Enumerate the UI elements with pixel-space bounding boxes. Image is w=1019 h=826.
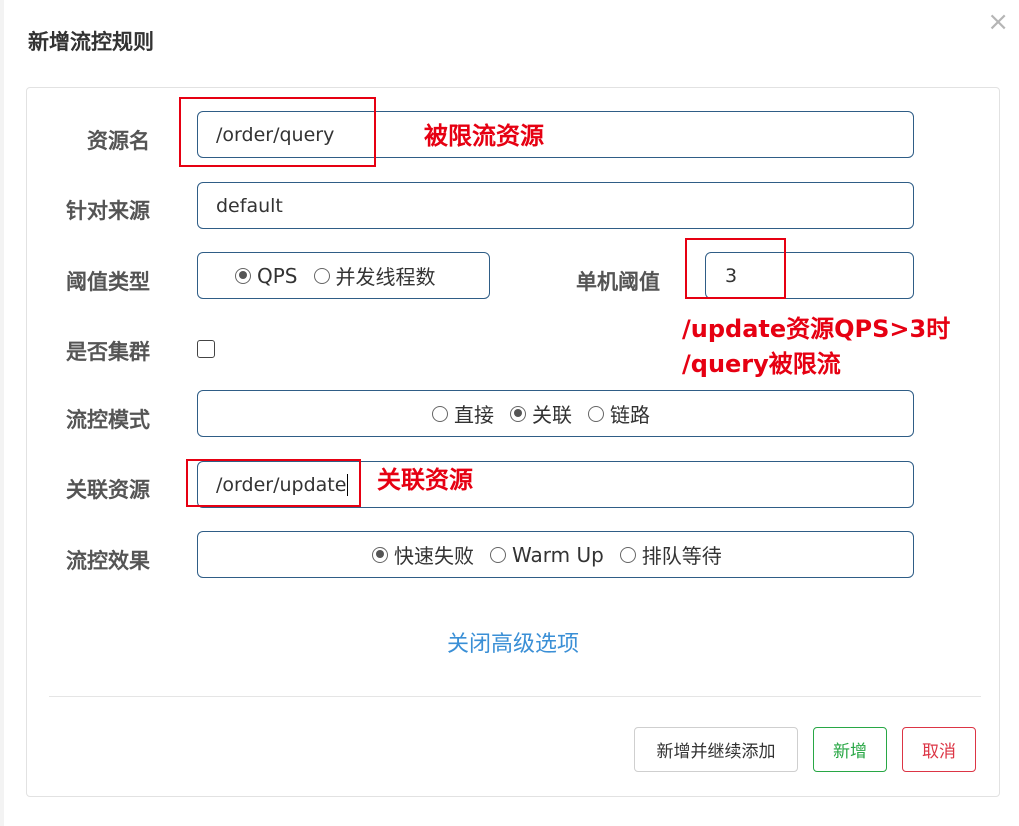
grade-option-qps[interactable]: QPS xyxy=(235,264,298,288)
behavior-option-fast-fail[interactable]: 快速失败 xyxy=(372,540,474,569)
close-icon[interactable]: × xyxy=(987,8,1009,36)
grade-option-thread[interactable]: 并发线程数 xyxy=(313,261,436,290)
highlight-resource xyxy=(179,97,376,167)
add-and-continue-button[interactable]: 新增并继续添加 xyxy=(634,727,798,772)
dialog-title: 新增流控规则 xyxy=(28,30,154,54)
grade-label: 阈值类型 xyxy=(66,270,150,294)
threshold-label: 单机阈值 xyxy=(576,270,660,294)
radio-checked-icon xyxy=(372,546,388,563)
limit-app-value: default xyxy=(216,194,283,217)
radio-unchecked-icon xyxy=(313,267,330,284)
limit-app-label: 针对来源 xyxy=(66,199,150,223)
strategy-label: 流控模式 xyxy=(66,408,150,432)
annotation-ref-resource: 关联资源 xyxy=(377,466,473,494)
behavior-option-warm-up[interactable]: Warm Up xyxy=(490,543,604,567)
radio-unchecked-icon xyxy=(588,405,604,422)
radio-checked-icon xyxy=(235,267,251,284)
annotation-rule-line1: /update资源QPS>3时 xyxy=(682,315,951,343)
strategy-option-direct[interactable]: 直接 xyxy=(432,399,494,428)
radio-unchecked-icon xyxy=(432,405,448,422)
behavior-option-queue[interactable]: 排队等待 xyxy=(619,540,722,569)
cancel-button[interactable]: 取消 xyxy=(902,727,976,772)
control-behavior-label: 流控效果 xyxy=(66,549,150,573)
radio-unchecked-icon xyxy=(490,546,506,563)
flow-rule-dialog: 新增流控规则 × 资源名 /order/query 被限流资源 针对来源 def… xyxy=(4,0,1019,826)
divider xyxy=(49,696,981,697)
annotation-rule-line2: /query被限流 xyxy=(682,350,841,378)
annotation-limited-resource: 被限流资源 xyxy=(424,122,544,150)
ref-resource-label: 关联资源 xyxy=(66,478,150,502)
highlight-threshold xyxy=(685,238,786,299)
control-behavior-radio-group: 快速失败 Warm Up 排队等待 xyxy=(197,531,914,578)
cluster-label: 是否集群 xyxy=(66,340,150,364)
strategy-option-relate[interactable]: 关联 xyxy=(510,399,572,428)
grade-radio-group: QPS 并发线程数 xyxy=(197,252,490,299)
limit-app-input[interactable]: default xyxy=(197,182,914,229)
form-panel: 资源名 /order/query 被限流资源 针对来源 default 阈值类型… xyxy=(26,87,1000,797)
advanced-options-toggle[interactable]: 关闭高级选项 xyxy=(27,626,999,658)
strategy-option-chain[interactable]: 链路 xyxy=(588,399,650,428)
add-button[interactable]: 新增 xyxy=(813,727,887,772)
resource-label: 资源名 xyxy=(87,129,150,153)
highlight-ref-resource xyxy=(186,459,361,507)
strategy-radio-group: 直接 关联 链路 xyxy=(197,390,914,437)
radio-unchecked-icon xyxy=(619,546,636,563)
cluster-checkbox[interactable] xyxy=(197,340,215,358)
radio-checked-icon xyxy=(510,405,526,422)
